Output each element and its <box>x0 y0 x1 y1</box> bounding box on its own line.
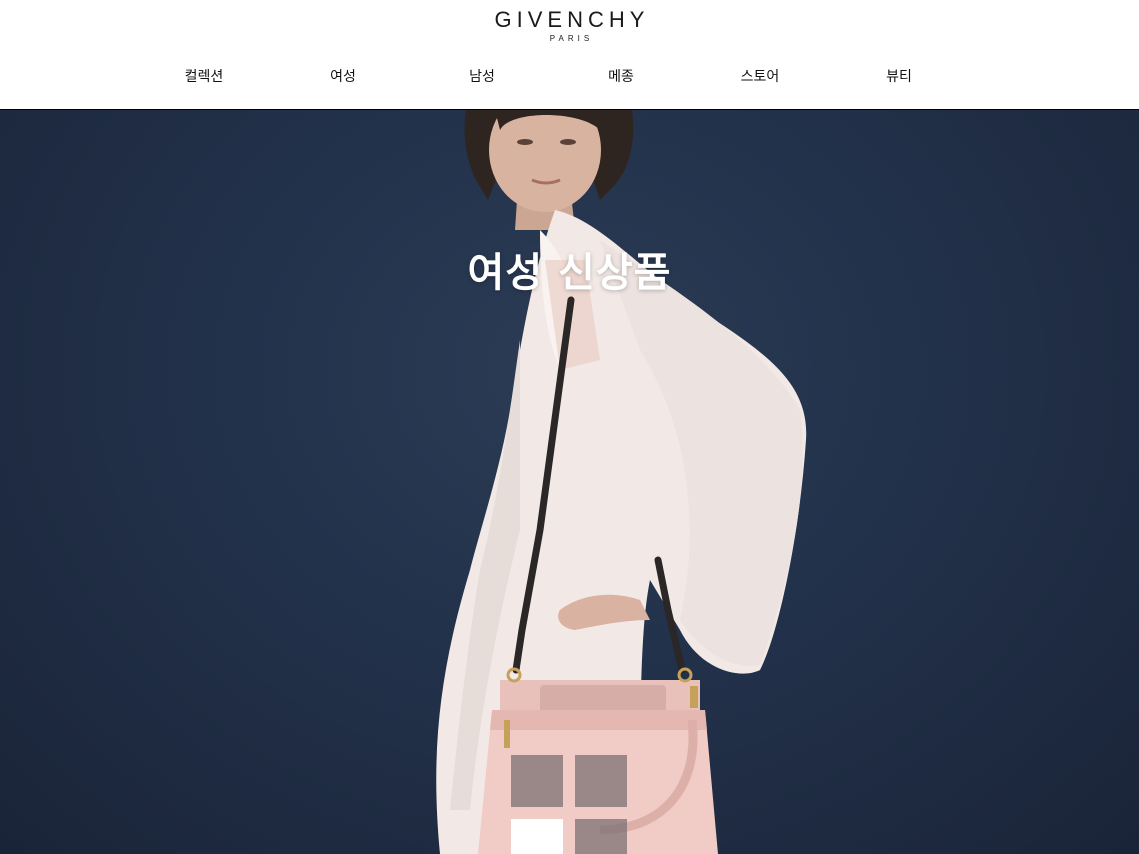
carousel-dot[interactable] <box>575 819 627 854</box>
main-nav: 컬렉션 여성 남성 메종 스토어 뷰티 <box>0 66 1139 90</box>
carousel-indicators <box>511 755 629 854</box>
hero-image <box>436 110 807 854</box>
hero-banner[interactable]: 여성 신상품 <box>0 110 1139 854</box>
site-header: GIVENCHY PARIS 컬렉션 여성 남성 메종 스토어 뷰티 <box>0 0 1139 110</box>
carousel-dot-active[interactable] <box>511 819 563 854</box>
nav-item-beauty[interactable]: 뷰티 <box>839 66 959 88</box>
brand-subtitle: PARIS <box>549 34 594 43</box>
nav-item-collection[interactable]: 컬렉션 <box>144 66 264 88</box>
carousel-dot[interactable] <box>575 755 627 807</box>
nav-item-women[interactable]: 여성 <box>283 66 403 88</box>
nav-item-stores[interactable]: 스토어 <box>700 66 820 88</box>
brand-name: GIVENCHY <box>494 7 650 32</box>
nav-item-men[interactable]: 남성 <box>422 66 542 88</box>
hero-title[interactable]: 여성 신상품 <box>0 240 1139 298</box>
nav-item-maison[interactable]: 메종 <box>561 66 681 88</box>
carousel-dot[interactable] <box>511 755 563 807</box>
brand-logo[interactable]: GIVENCHY PARIS <box>0 8 1139 46</box>
